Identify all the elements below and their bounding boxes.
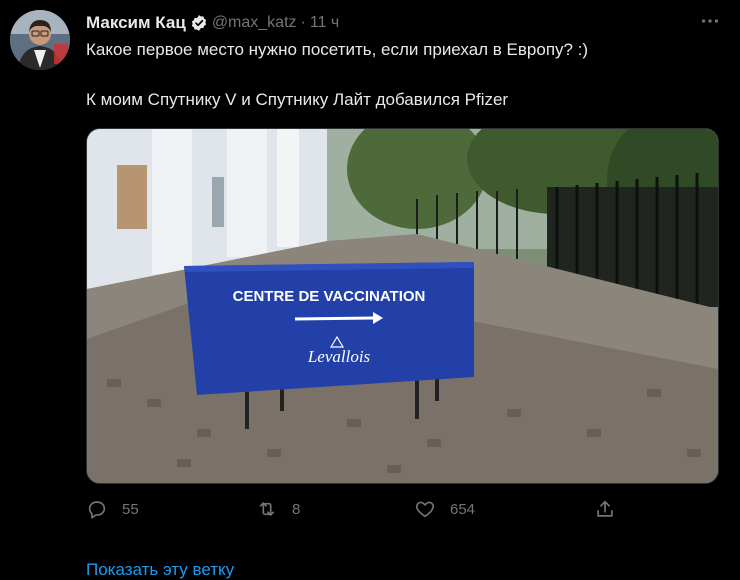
retweet-button[interactable]: 8 [256,498,300,520]
like-count: 654 [450,500,476,518]
share-button[interactable] [594,498,616,520]
author-handle[interactable]: @max_katz [212,14,297,32]
heart-icon [415,501,435,518]
show-thread-link[interactable]: Показать эту ветку [86,560,234,580]
retweet-icon [259,502,275,516]
author-name[interactable]: Максим Кац [86,13,186,33]
tweet-actions: 55 8 654 [86,498,716,526]
retweet-count: 8 [292,500,301,518]
tweet-timestamp[interactable]: 11 ч [310,14,339,32]
reply-icon [88,501,106,519]
vaccination-sign-photo: CENTRE DE VACCINATION Levallois [87,129,718,483]
reply-button[interactable]: 55 [86,498,139,520]
like-button[interactable]: 654 [414,498,475,520]
verified-badge-icon [190,14,208,32]
avatar[interactable] [10,10,70,70]
tweet-photo[interactable]: CENTRE DE VACCINATION Levallois [86,128,719,484]
sign-title: CENTRE DE VACCINATION [233,288,426,305]
tweet-text-line-2: К моим Спутнику V и Спутнику Лайт добави… [86,90,509,109]
tweet-header: Максим Кац @max_katz · 11 ч [86,12,339,34]
separator-dot: · [300,14,306,31]
more-options-icon[interactable] [698,10,722,34]
share-icon [597,500,613,517]
sign-logo: Levallois [307,347,371,366]
tweet-text-line-1: Какое первое место нужно посетить, если … [86,40,589,59]
reply-count: 55 [122,500,139,518]
